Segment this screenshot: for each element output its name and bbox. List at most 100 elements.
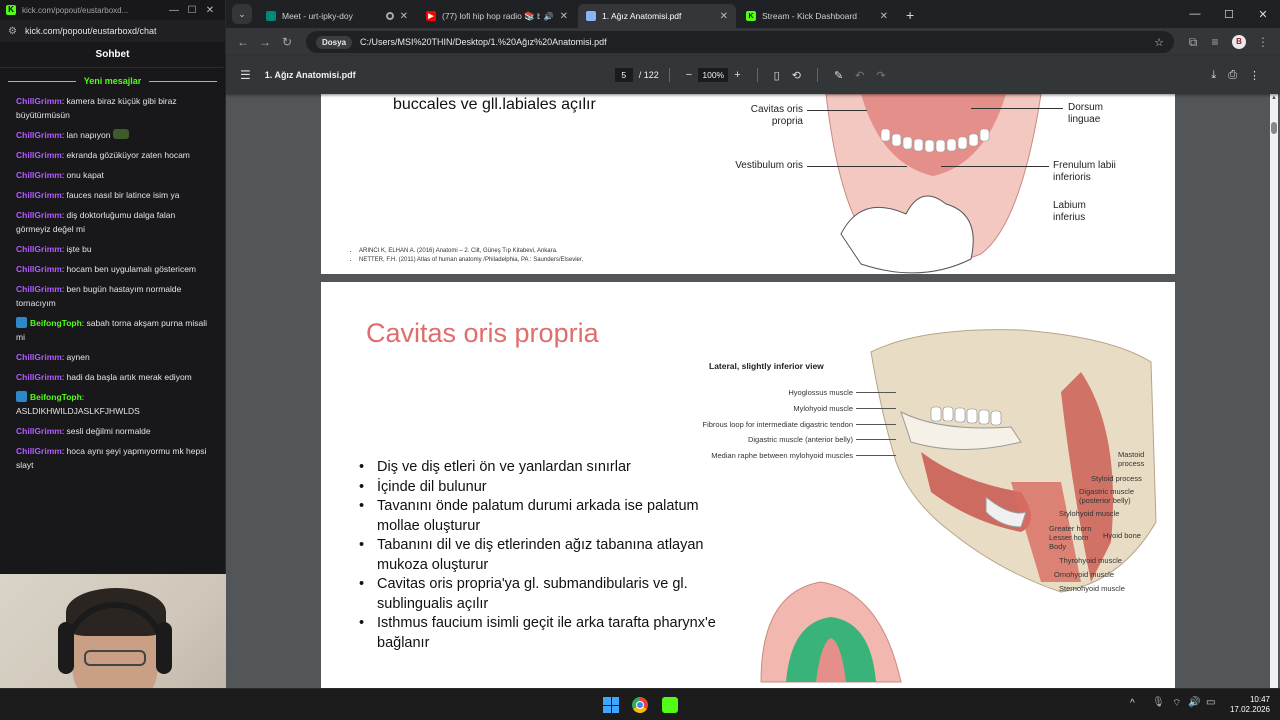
- file-chip[interactable]: Dosya: [316, 35, 353, 49]
- chat-message: ChillGrimm: kamera biraz küçük gibi bira…: [16, 96, 177, 120]
- pdf-menu-icon[interactable]: ☰: [240, 68, 251, 82]
- label-digastric-posterior: Digastric muscle (posterior belly): [1079, 487, 1135, 505]
- pdf-viewport[interactable]: buccales ve gll.labiales açılır Cavitas …: [226, 94, 1280, 688]
- chat-message-text: ekranda gözüküyor zaten hocam: [66, 150, 190, 160]
- chat-username[interactable]: ChillGrimm: [16, 372, 62, 382]
- redo-icon[interactable]: ↷: [876, 69, 885, 82]
- chat-username[interactable]: ChillGrimm: [16, 284, 62, 294]
- label-thyrohyoid: Thyrohyoid muscle: [1059, 556, 1122, 565]
- chat-message-text: sesli değilmi normalde: [66, 426, 151, 436]
- fit-page-icon[interactable]: ▯: [774, 69, 780, 82]
- more-options-icon[interactable]: ⋮: [1249, 69, 1260, 82]
- zoom-out-icon[interactable]: −: [686, 69, 692, 81]
- tab-pdf[interactable]: 1. Ağız Anatomisi.pdf ✕: [578, 4, 736, 28]
- chat-username[interactable]: ChillGrimm: [16, 210, 62, 220]
- chat-username[interactable]: ChillGrimm: [16, 426, 62, 436]
- minimize-icon[interactable]: —: [165, 5, 183, 16]
- zoom-level-input[interactable]: 100%: [698, 68, 729, 82]
- chat-username[interactable]: ChillGrimm: [16, 244, 62, 254]
- annotate-icon[interactable]: ✎: [834, 69, 843, 82]
- maximize-icon[interactable]: ☐: [183, 5, 201, 16]
- close-tab-icon[interactable]: ✕: [400, 11, 408, 22]
- site-settings-icon[interactable]: ⚙: [8, 26, 17, 37]
- label-mastoid: Mastoid process: [1118, 450, 1145, 468]
- tab-search-icon[interactable]: ⌄: [232, 4, 252, 24]
- leader-line: [856, 424, 896, 425]
- kick-titlebar: K kick.com/popout/eustarboxd... — ☐ ✕: [0, 0, 225, 20]
- speaker-icon[interactable]: 🔊: [544, 12, 554, 21]
- kick-url-bar[interactable]: ⚙ kick.com/popout/eustarboxd/chat: [0, 20, 225, 42]
- label-labium-inferius: Labium inferius: [1053, 200, 1086, 223]
- chrome-menu-icon[interactable]: ⋮: [1252, 35, 1274, 49]
- wifi-icon[interactable]: ⌔: [1172, 697, 1181, 710]
- label-sternohyoid: Sternohyoid muscle: [1059, 584, 1125, 593]
- close-icon[interactable]: ✕: [201, 5, 219, 16]
- undo-icon[interactable]: ↶: [855, 69, 864, 82]
- chrome-window: ⌄ Meet - urt-ipky-doy ✕ ▶ (77) lofi hip …: [226, 0, 1280, 688]
- tray-chevron-icon[interactable]: ^: [1130, 698, 1135, 709]
- pdf-scrollbar[interactable]: ▲: [1270, 94, 1278, 688]
- clock[interactable]: 10:47 17.02.2026: [1226, 695, 1270, 715]
- close-tab-icon[interactable]: ✕: [560, 11, 568, 22]
- minimize-icon[interactable]: —: [1178, 8, 1212, 20]
- leader-line: [856, 408, 896, 409]
- bookmark-star-icon[interactable]: ☆: [1154, 36, 1164, 49]
- back-icon[interactable]: ←: [232, 35, 254, 49]
- scroll-up-icon[interactable]: ▲: [1270, 95, 1278, 101]
- tab-kick-dashboard[interactable]: K Stream - Kick Dashboard ✕: [738, 4, 896, 28]
- new-tab-button[interactable]: +: [898, 7, 922, 28]
- download-icon[interactable]: ⤓: [1211, 69, 1216, 82]
- extensions-icon[interactable]: ⧉: [1182, 35, 1204, 50]
- chat-username[interactable]: ChillGrimm: [16, 190, 62, 200]
- rotate-icon[interactable]: ⟲: [792, 69, 801, 82]
- chrome-taskbar-icon[interactable]: [632, 697, 648, 713]
- kick-url-text: kick.com/popout/eustarboxd/chat: [24, 26, 157, 36]
- tab-strip: ⌄ Meet - urt-ipky-doy ✕ ▶ (77) lofi hip …: [226, 0, 1280, 28]
- windows-start-icon[interactable]: [603, 697, 619, 713]
- microphone-icon[interactable]: 🎙: [1152, 697, 1165, 708]
- chat-username[interactable]: ChillGrimm: [16, 170, 62, 180]
- close-icon[interactable]: ✕: [1246, 8, 1280, 21]
- zoom-in-icon[interactable]: +: [734, 69, 740, 81]
- globe-icon: [586, 11, 596, 21]
- chat-username[interactable]: BeifongToph: [30, 318, 82, 328]
- head-neck-anatomy-illustration: [760, 329, 1157, 683]
- forward-icon[interactable]: →: [254, 35, 276, 49]
- emote-icon: [112, 129, 129, 139]
- chat-message: ChillGrimm: ben bugün hastayım normalde …: [16, 284, 182, 308]
- webcam-glasses: [84, 650, 146, 666]
- close-tab-icon[interactable]: ✕: [880, 11, 888, 22]
- chat-username[interactable]: ChillGrimm: [16, 352, 62, 362]
- scrollbar-thumb[interactable]: [1271, 122, 1277, 134]
- label-vestibulum-oris: Vestibulum oris: [735, 160, 803, 171]
- leader-line: [807, 110, 867, 111]
- chat-username[interactable]: ChillGrimm: [16, 96, 62, 106]
- kick-app-icon[interactable]: [662, 697, 678, 713]
- profile-avatar[interactable]: B: [1232, 35, 1246, 49]
- chat-message: ChillGrimm: hoca aynı şeyi yapmıyormu mk…: [16, 446, 207, 470]
- address-bar[interactable]: Dosya C:/Users/MSI%20THIN/Desktop/1.%20A…: [306, 31, 1174, 53]
- divider: [756, 68, 758, 82]
- page-number-input[interactable]: 5: [614, 68, 633, 82]
- label-median-raphe: Median raphe between mylohyoid muscles: [711, 451, 853, 460]
- media-controls-icon[interactable]: ≡: [1204, 35, 1226, 49]
- tab-youtube[interactable]: ▶ (77) lofi hip hop radio 📚 b 🔊 ✕: [418, 4, 576, 28]
- chat-message: BeifongToph: sabah torna akşam purna mis…: [16, 317, 207, 342]
- chat-message: BeifongToph: ASLDIKHWILDJASLKFJHWLDS: [16, 391, 140, 416]
- subscriber-badge-icon[interactable]: [16, 391, 27, 402]
- battery-icon[interactable]: ▭: [1206, 697, 1215, 708]
- chat-username[interactable]: ChillGrimm: [16, 150, 62, 160]
- reload-icon[interactable]: ↻: [276, 35, 298, 49]
- close-tab-icon[interactable]: ✕: [720, 11, 728, 22]
- pdf-page-current: Cavitas oris propria Diş ve diş etleri ö…: [321, 282, 1175, 688]
- chat-username[interactable]: BeifongToph: [30, 392, 82, 402]
- tab-meet[interactable]: Meet - urt-ipky-doy ✕: [258, 4, 416, 28]
- print-icon[interactable]: ⎙: [1228, 69, 1237, 82]
- volume-icon[interactable]: 🔊: [1188, 697, 1200, 708]
- subscriber-badge-icon[interactable]: [16, 317, 27, 328]
- chat-username[interactable]: ChillGrimm: [16, 446, 62, 456]
- chat-username[interactable]: ChillGrimm: [16, 264, 62, 274]
- maximize-icon[interactable]: ☐: [1212, 8, 1246, 21]
- chat-username[interactable]: ChillGrimm: [16, 130, 62, 140]
- leader-line: [971, 108, 1063, 109]
